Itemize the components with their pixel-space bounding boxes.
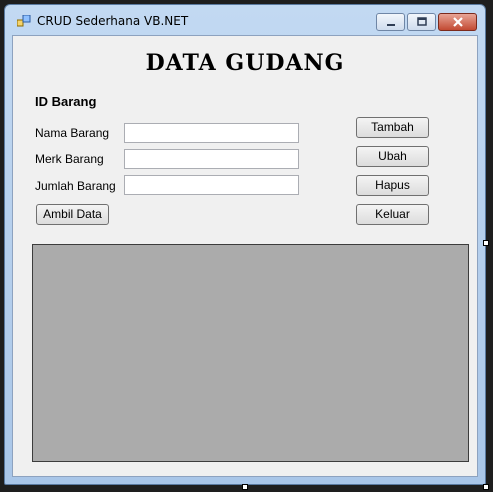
form-window: CRUD Sederhana VB.NET DATA GUDANG ID Bar…	[4, 4, 486, 485]
maximize-button[interactable]	[407, 13, 436, 31]
nama-barang-input[interactable]	[124, 123, 299, 143]
resize-handle-bottom[interactable]	[242, 484, 248, 490]
title-bar[interactable]: CRUD Sederhana VB.NET	[5, 5, 485, 35]
id-barang-label: ID Barang	[35, 94, 97, 109]
tambah-button[interactable]: Tambah	[356, 117, 429, 138]
app-icon	[17, 15, 31, 27]
hapus-button[interactable]: Hapus	[356, 175, 429, 196]
jumlah-barang-label: Jumlah Barang	[35, 179, 116, 193]
minimize-button[interactable]	[376, 13, 405, 31]
resize-handle-right[interactable]	[483, 240, 489, 246]
ubah-button[interactable]: Ubah	[356, 146, 429, 167]
merk-barang-input[interactable]	[124, 149, 299, 169]
close-button[interactable]	[438, 13, 477, 31]
form-client-area: DATA GUDANG ID Barang Nama Barang Merk B…	[12, 35, 478, 477]
resize-handle-corner[interactable]	[483, 484, 489, 490]
close-icon	[452, 17, 463, 27]
keluar-button[interactable]: Keluar	[356, 204, 429, 225]
jumlah-barang-input[interactable]	[124, 175, 299, 195]
data-grid[interactable]	[32, 244, 469, 462]
nama-barang-label: Nama Barang	[35, 126, 110, 140]
designer-surface: CRUD Sederhana VB.NET DATA GUDANG ID Bar…	[0, 0, 493, 492]
maximize-icon	[416, 17, 427, 26]
ambil-data-button[interactable]: Ambil Data	[36, 204, 109, 225]
merk-barang-label: Merk Barang	[35, 152, 104, 166]
minimize-icon	[386, 24, 395, 26]
page-title: DATA GUDANG	[145, 50, 345, 76]
window-title: CRUD Sederhana VB.NET	[37, 14, 189, 28]
